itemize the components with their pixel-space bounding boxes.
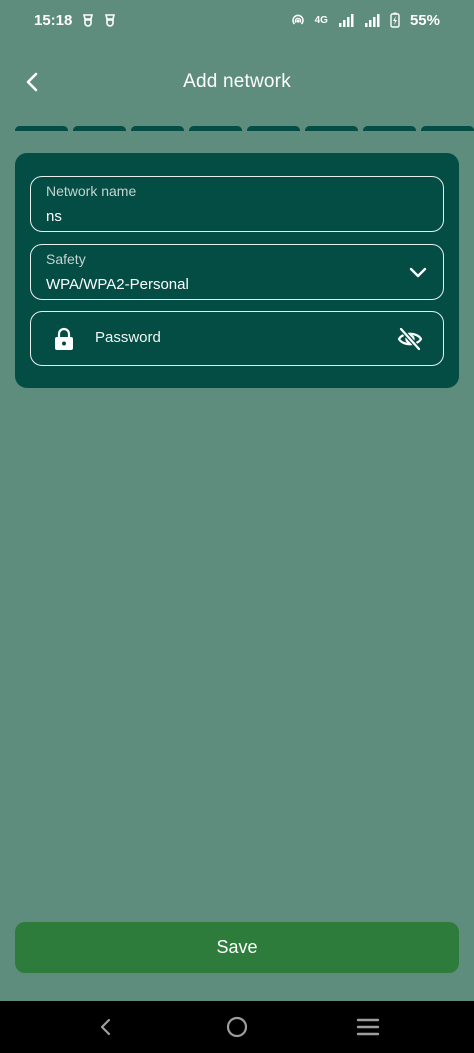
status-time: 15:18 [34, 11, 73, 29]
eye-off-icon[interactable] [397, 327, 423, 351]
password-placeholder: Password [95, 329, 161, 346]
status-left: 15:18 [34, 12, 116, 29]
network-type-label: 4G [314, 14, 328, 26]
system-navigation-bar [0, 1001, 474, 1053]
notification-app-icon-2 [104, 13, 116, 27]
status-bar: 15:18 4G 55% [0, 0, 474, 40]
battery-charging-icon [390, 12, 400, 28]
network-name-label: Network name [46, 183, 137, 199]
chevron-down-icon[interactable] [407, 261, 429, 283]
hotspot-icon [291, 13, 305, 27]
progress-segment [247, 126, 300, 131]
back-button[interactable] [12, 62, 52, 102]
progress-segment [189, 126, 242, 131]
nav-home-icon [226, 1016, 248, 1038]
progress-segment [73, 126, 126, 131]
progress-segment [305, 126, 358, 131]
status-right: 4G 55% [291, 12, 440, 29]
battery-percent: 55% [409, 11, 440, 29]
progress-segment [421, 126, 474, 131]
network-form-card: Network name ns Safety WPA/WPA2-Personal… [15, 153, 459, 388]
app-bar: Add network [0, 56, 474, 108]
signal-icon [338, 13, 354, 27]
nav-menu-icon [357, 1018, 380, 1036]
nav-back-button[interactable] [84, 1005, 128, 1049]
progress-segment [131, 126, 184, 131]
nav-back-icon [100, 1018, 110, 1036]
password-field[interactable]: Password [30, 311, 444, 366]
progress-segment [363, 126, 416, 131]
notification-app-icon [82, 13, 94, 27]
network-name-field[interactable]: Network name ns [30, 176, 444, 232]
lock-icon [55, 327, 73, 350]
safety-dropdown[interactable]: Safety WPA/WPA2-Personal [30, 244, 444, 300]
nav-recents-button[interactable] [346, 1005, 390, 1049]
nav-home-button[interactable] [215, 1005, 259, 1049]
page-title: Add network [183, 71, 291, 92]
safety-label: Safety [46, 251, 86, 267]
progress-segment [15, 126, 68, 131]
network-name-value[interactable]: ns [46, 208, 62, 225]
add-network-screen: 15:18 4G 55% Add network Network name ns… [0, 0, 474, 1053]
chevron-left-icon [26, 72, 38, 92]
step-progress [15, 122, 474, 131]
signal-icon-2 [364, 13, 380, 27]
save-button[interactable]: Save [15, 922, 459, 973]
safety-selected-value[interactable]: WPA/WPA2-Personal [46, 276, 189, 293]
